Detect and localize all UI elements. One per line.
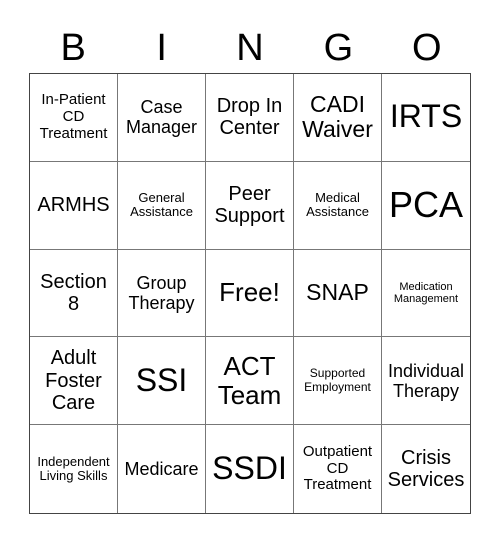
bingo-cell[interactable]: In-Patient CD Treatment: [30, 74, 118, 162]
bingo-cell[interactable]: Supported Employment: [294, 337, 382, 426]
header-letter-i: I: [156, 27, 167, 69]
bingo-cell[interactable]: SNAP: [294, 249, 382, 338]
bingo-cell[interactable]: Section 8: [30, 249, 118, 338]
header-letter-n: N: [236, 27, 264, 69]
bingo-cell[interactable]: PCA: [382, 162, 470, 250]
bingo-cell[interactable]: SSI: [118, 337, 206, 426]
bingo-cell[interactable]: SSDI: [206, 425, 294, 513]
bingo-cell[interactable]: IRTS: [382, 74, 470, 162]
bingo-cell[interactable]: Group Therapy: [118, 249, 206, 338]
free-space-cell[interactable]: Free!: [206, 249, 294, 338]
bingo-cell[interactable]: Individual Therapy: [382, 337, 470, 426]
bingo-cell[interactable]: Drop In Center: [206, 74, 294, 162]
header-letter-b: B: [60, 27, 86, 69]
header-letter-g: G: [323, 27, 354, 69]
bingo-cell[interactable]: Peer Support: [206, 161, 294, 250]
bingo-cell[interactable]: Medical Assistance: [294, 161, 382, 250]
bingo-cell[interactable]: Outpatient CD Treatment: [294, 425, 382, 513]
bingo-cell[interactable]: CADI Waiver: [294, 74, 382, 162]
bingo-cell[interactable]: ARMHS: [30, 161, 118, 250]
bingo-cell[interactable]: Medicare: [118, 425, 206, 513]
bingo-cell[interactable]: Adult Foster Care: [30, 337, 118, 426]
bingo-cell[interactable]: Crisis Services: [382, 425, 470, 513]
bingo-cell[interactable]: General Assistance: [118, 161, 206, 250]
bingo-header: B I N G O: [29, 22, 471, 74]
bingo-cell[interactable]: Independent Living Skills: [30, 425, 118, 513]
bingo-cell[interactable]: Medication Management: [382, 250, 470, 338]
bingo-grid: In-Patient CD Treatment Case Manager Dro…: [29, 73, 471, 514]
header-letter-o: O: [412, 27, 442, 69]
bingo-cell[interactable]: Case Manager: [118, 74, 206, 162]
bingo-cell[interactable]: ACT Team: [206, 337, 294, 426]
